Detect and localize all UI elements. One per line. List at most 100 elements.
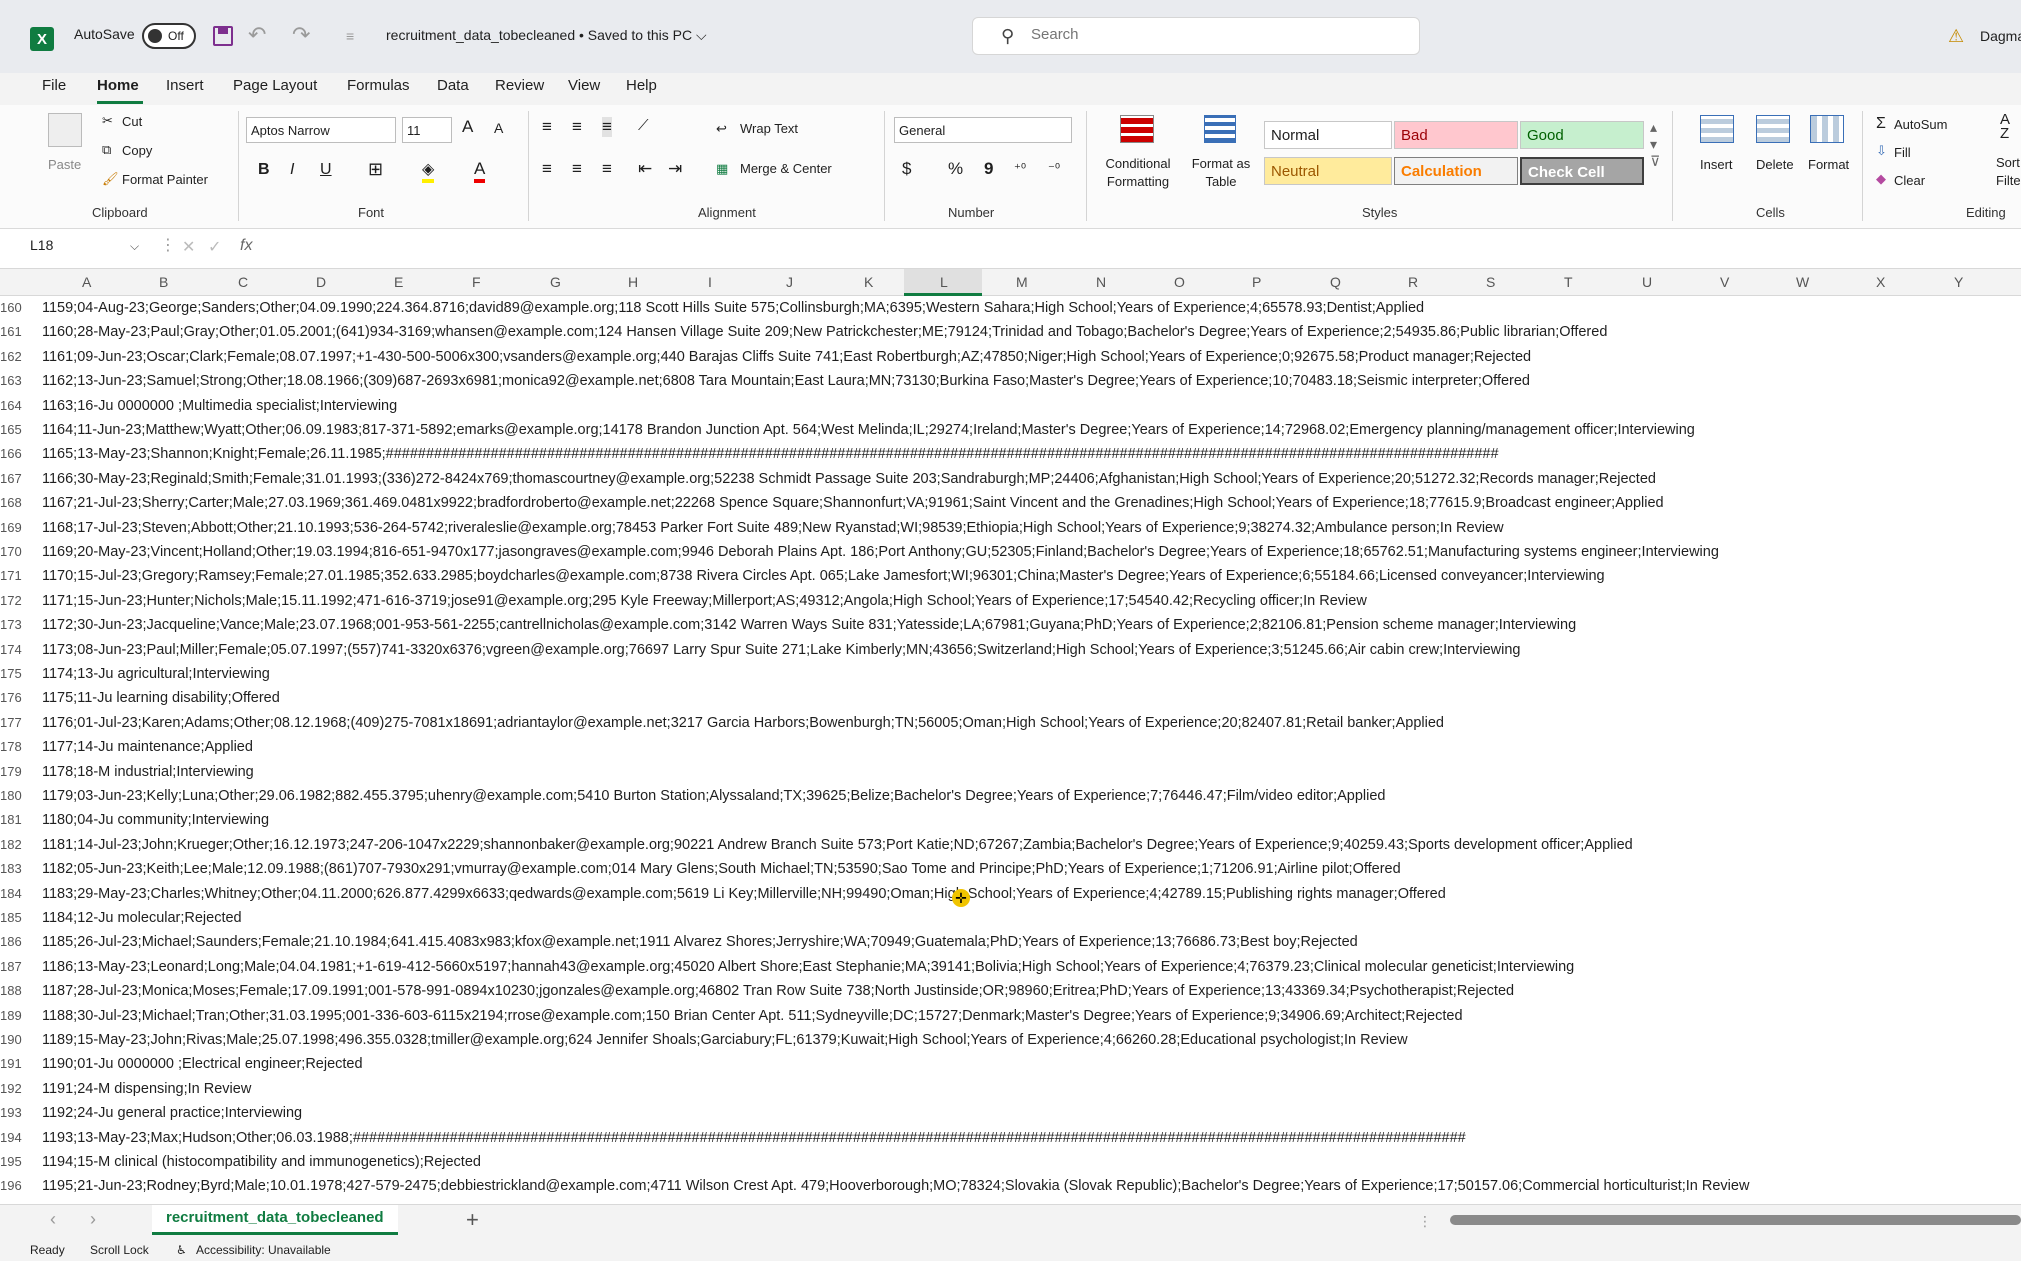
column-header[interactable]: F — [472, 274, 481, 290]
column-header[interactable]: J — [786, 274, 793, 290]
row-number[interactable]: 179 — [0, 760, 42, 784]
warning-icon[interactable]: ⚠ — [1948, 26, 1964, 47]
cell-a-value[interactable]: 1189;15-May-23;John;Rivas;Male;25.07.199… — [42, 1028, 1408, 1052]
column-header[interactable]: U — [1642, 274, 1652, 290]
cell-a-value[interactable]: 1185;26-Jul-23;Michael;Saunders;Female;2… — [42, 930, 1358, 954]
styles-gallery-scroll-icon[interactable]: ▴ ▾ ⊽ — [1650, 119, 1660, 170]
table-row[interactable]: 187 1186;13-May-23;Leonard;Long;Male;04.0… — [0, 955, 2021, 979]
increase-decimal-icon[interactable]: ⁺⁰ — [1014, 161, 1026, 177]
cell-a-value[interactable]: 1183;29-May-23;Charles;Whitney;Other;04.… — [42, 882, 1446, 906]
tab-file[interactable]: File — [42, 77, 66, 94]
row-number[interactable]: 190 — [0, 1028, 42, 1052]
clear-button[interactable]: Clear — [1894, 173, 1925, 188]
format-as-table-button[interactable]: Format as Table — [1186, 155, 1256, 191]
autosave-toggle[interactable]: Off — [142, 23, 196, 49]
table-row[interactable]: 165 1164;11-Jun-23;Matthew;Wyatt;Other;06… — [0, 418, 2021, 442]
table-row[interactable]: 189 1188;30-Jul-23;Michael;Tran;Other;31.… — [0, 1004, 2021, 1028]
format-painter-icon[interactable]: 🖌 — [102, 171, 119, 187]
column-header[interactable]: R — [1408, 274, 1418, 290]
cell-a-value[interactable]: 1177;14-Ju maintenance;Applied — [42, 735, 253, 759]
bold-button[interactable]: B — [258, 161, 270, 179]
row-number[interactable]: 193 — [0, 1101, 42, 1125]
tab-page-layout[interactable]: Page Layout — [233, 77, 317, 94]
row-number[interactable]: 170 — [0, 540, 42, 564]
decrease-indent-icon[interactable]: ⇤ — [638, 159, 652, 179]
column-header[interactable]: W — [1796, 274, 1809, 290]
row-number[interactable]: 169 — [0, 516, 42, 540]
decrease-decimal-icon[interactable]: ⁻⁰ — [1048, 161, 1060, 177]
cell-a-value[interactable]: 1179;03-Jun-23;Kelly;Luna;Other;29.06.19… — [42, 784, 1386, 808]
accessibility-icon[interactable]: ♿ — [176, 1243, 187, 1257]
autosum-button[interactable]: AutoSum — [1894, 117, 1947, 132]
table-row[interactable]: 167 1166;30-May-23;Reginald;Smith;Female;… — [0, 467, 2021, 491]
cell-a-value[interactable]: 1167;21-Jul-23;Sherry;Carter;Male;27.03.… — [42, 491, 1664, 515]
row-number[interactable]: 161 — [0, 320, 42, 344]
borders-icon[interactable]: ⊞ — [368, 159, 383, 180]
table-row[interactable]: 191 1190;01-Ju 0000000 ;Electrical engine… — [0, 1052, 2021, 1076]
cell-a-value[interactable]: 1172;30-Jun-23;Jacqueline;Vance;Male;23.… — [42, 613, 1576, 637]
wrap-text-icon[interactable]: ↩ — [716, 121, 727, 137]
user-name[interactable]: Dagma — [1980, 28, 2021, 44]
table-row[interactable]: 195 1194;15-M clinical (histocompatibilit… — [0, 1150, 2021, 1174]
row-number[interactable]: 183 — [0, 857, 42, 881]
underline-button[interactable]: U — [320, 161, 332, 179]
row-number[interactable]: 164 — [0, 394, 42, 418]
shrink-font-button[interactable]: A — [494, 120, 503, 136]
cell-a-value[interactable]: 1184;12-Ju molecular;Rejected — [42, 906, 242, 930]
column-header[interactable]: P — [1252, 274, 1261, 290]
next-sheet-icon[interactable]: › — [90, 1209, 96, 1230]
row-number[interactable]: 171 — [0, 564, 42, 588]
row-number[interactable]: 167 — [0, 467, 42, 491]
insert-button[interactable]: Insert — [1700, 157, 1733, 172]
column-header[interactable]: C — [238, 274, 248, 290]
quick-access-menu-icon[interactable]: ≡ — [346, 28, 354, 44]
search-box[interactable]: ⚲ — [972, 17, 1420, 55]
cell-a-value[interactable]: 1161;09-Jun-23;Oscar;Clark;Female;08.07.… — [42, 345, 1531, 369]
cell-a-value[interactable]: 1192;24-Ju general practice;Interviewing — [42, 1101, 302, 1125]
cut-button[interactable]: Cut — [122, 114, 142, 129]
clear-icon[interactable]: ◆ — [1876, 171, 1886, 187]
sort-filter-icon[interactable]: AZ — [2000, 112, 2010, 141]
style-bad[interactable]: Bad — [1394, 121, 1518, 149]
table-row[interactable]: 162 1161;09-Jun-23;Oscar;Clark;Female;08.… — [0, 345, 2021, 369]
italic-button[interactable]: I — [290, 161, 294, 179]
table-row[interactable]: 183 1182;05-Jun-23;Keith;Lee;Male;12.09.1… — [0, 857, 2021, 881]
save-icon[interactable] — [213, 26, 233, 46]
filter-button[interactable]: Filte — [1996, 173, 2021, 188]
row-number[interactable]: 182 — [0, 833, 42, 857]
tab-data[interactable]: Data — [437, 77, 469, 94]
cell-a-value[interactable]: 1188;30-Jul-23;Michael;Tran;Other;31.03.… — [42, 1004, 1463, 1028]
column-header[interactable]: S — [1486, 274, 1495, 290]
enter-icon[interactable]: ✓ — [208, 237, 221, 257]
row-number[interactable]: 195 — [0, 1150, 42, 1174]
row-number[interactable]: 174 — [0, 638, 42, 662]
column-header[interactable]: T — [1564, 274, 1573, 290]
row-number[interactable]: 166 — [0, 442, 42, 466]
column-header[interactable]: E — [394, 274, 403, 290]
table-row[interactable]: 185 1184;12-Ju molecular;Rejected — [0, 906, 2021, 930]
table-row[interactable]: 186 1185;26-Jul-23;Michael;Saunders;Femal… — [0, 930, 2021, 954]
wrap-text-button[interactable]: Wrap Text — [740, 121, 798, 136]
tab-home[interactable]: Home — [97, 77, 139, 94]
cut-icon[interactable]: ✂ — [102, 113, 113, 129]
table-row[interactable]: 175 1174;13-Ju agricultural;Interviewing — [0, 662, 2021, 686]
grow-font-button[interactable]: A — [462, 117, 473, 137]
row-number[interactable]: 191 — [0, 1052, 42, 1076]
tab-review[interactable]: Review — [495, 77, 544, 94]
column-header[interactable]: L — [940, 274, 948, 290]
row-number[interactable]: 165 — [0, 418, 42, 442]
align-center-icon[interactable]: ≡ — [572, 159, 582, 179]
align-bottom-icon[interactable]: ≡ — [602, 117, 612, 137]
row-number[interactable]: 163 — [0, 369, 42, 393]
align-right-icon[interactable]: ≡ — [602, 159, 612, 179]
cell-a-value[interactable]: 1195;21-Jun-23;Rodney;Byrd;Male;10.01.19… — [42, 1174, 1749, 1198]
insert-function-button[interactable]: fx — [240, 237, 252, 255]
number-format-select[interactable]: General — [894, 117, 1072, 143]
column-header[interactable]: H — [628, 274, 638, 290]
copy-icon[interactable]: ⧉ — [102, 142, 111, 158]
column-header[interactable]: K — [864, 274, 873, 290]
column-header[interactable]: M — [1016, 274, 1028, 290]
merge-icon[interactable]: ▦ — [716, 161, 728, 177]
delete-button[interactable]: Delete — [1756, 157, 1794, 172]
horizontal-scrollbar[interactable] — [1450, 1215, 2021, 1225]
